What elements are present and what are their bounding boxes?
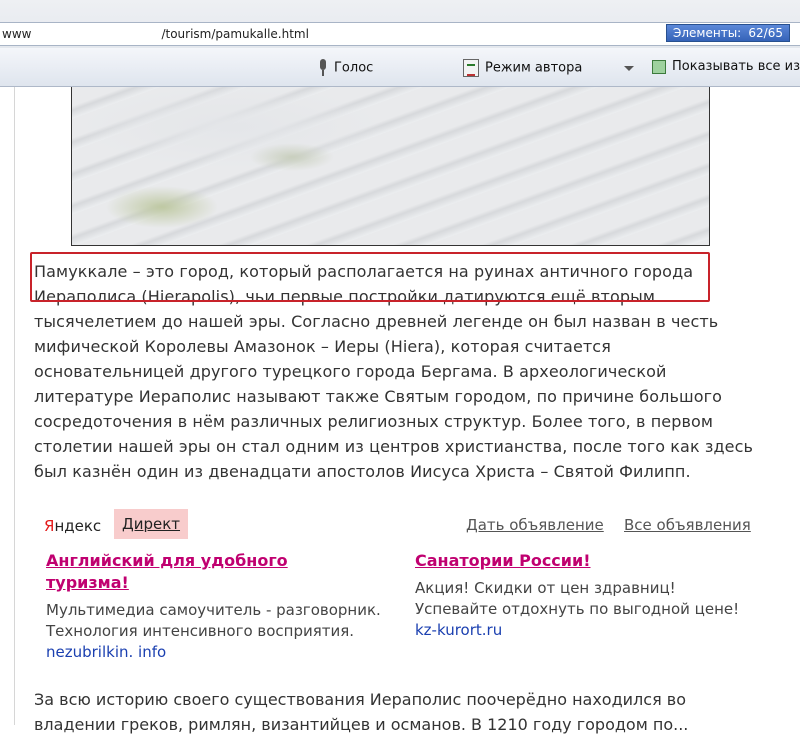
url-text: www/tourism/pamukalle.html: [2, 26, 309, 41]
yandex-direct-header: Яндекс Директ Дать объявление Все объявл…: [34, 509, 764, 539]
pamukkale-photo: [71, 87, 710, 246]
author-mode-label: Режим автора: [485, 60, 583, 76]
address-bar-area: www/tourism/pamukalle.html Элементы: 62/…: [0, 0, 800, 48]
ad-url-link[interactable]: nezubrilkin. info: [46, 642, 386, 663]
article-line: тысячелетием до нашей эры. Согласно древ…: [34, 312, 719, 331]
url-path: /tourism/pamukalle.html: [161, 27, 309, 41]
article-line: За всю историю своего существования Иера…: [34, 690, 687, 709]
article-line: столетии нашей эры он стал одним из цент…: [34, 437, 754, 456]
ad-description: Акция! Скидки от цен здравниц! Успевайте…: [415, 579, 740, 618]
article-line: Памуккале – это город, который располага…: [34, 262, 694, 281]
article-line: литературе Иераполис называют также Свят…: [34, 387, 723, 406]
voice-label: Голос: [334, 60, 374, 76]
chevron-down-icon[interactable]: [624, 66, 634, 71]
ad-title-link[interactable]: Английский для удобного туризма!: [46, 550, 386, 594]
direct-link[interactable]: Директ: [114, 509, 189, 539]
article-line: был казнён один из двенадцати апостолов …: [34, 462, 691, 481]
image-icon: [652, 59, 666, 74]
yandex-logo[interactable]: Яндекс: [44, 517, 101, 535]
ad-title-link[interactable]: Санатории России!: [415, 550, 755, 572]
article-line: Иераполиса (Hierapolis), чьи первые пост…: [34, 287, 655, 306]
page-content: Памуккале – это город, который располага…: [0, 87, 800, 734]
ad-url-link[interactable]: kz-kurort.ru: [415, 620, 755, 641]
article-line: основательницей другого турецкого города…: [34, 362, 667, 381]
url-masked-domain: [31, 26, 162, 38]
author-mode-icon: [463, 59, 479, 77]
ad-item: Санатории России! Акция! Скидки от цен з…: [415, 550, 755, 641]
page-left-border: [14, 87, 15, 725]
elements-counter-badge[interactable]: Элементы: 62/65: [666, 24, 790, 42]
place-ad-link[interactable]: Дать объявление: [466, 516, 604, 534]
article-text: Памуккале – это город, который располага…: [34, 259, 764, 484]
reader-toolbar: Голос Режим автора Показывать все изоб: [0, 48, 800, 87]
url-prefix: www: [2, 27, 32, 41]
article-continued-text: За всю историю своего существования Иера…: [34, 687, 764, 737]
all-ads-link[interactable]: Все объявления: [624, 516, 751, 534]
ad-item: Английский для удобного туризма! Мультим…: [46, 550, 386, 663]
article-line: сосредоточения в нём различных религиозн…: [34, 412, 714, 431]
article-line: мифической Королевы Амазонок – Иеры (Hie…: [34, 337, 611, 356]
ad-description: Мультимедиа самоучитель - разговорник. Т…: [46, 601, 381, 640]
show-images-button[interactable]: Показывать все изоб: [652, 59, 800, 74]
elements-value: 62/65: [748, 26, 783, 40]
show-images-label: Показывать все изоб: [672, 59, 800, 74]
elements-label: Элементы:: [673, 26, 742, 40]
microphone-icon: [318, 59, 328, 77]
voice-button[interactable]: Голос: [318, 59, 373, 77]
author-mode-button[interactable]: Режим автора: [463, 59, 582, 77]
